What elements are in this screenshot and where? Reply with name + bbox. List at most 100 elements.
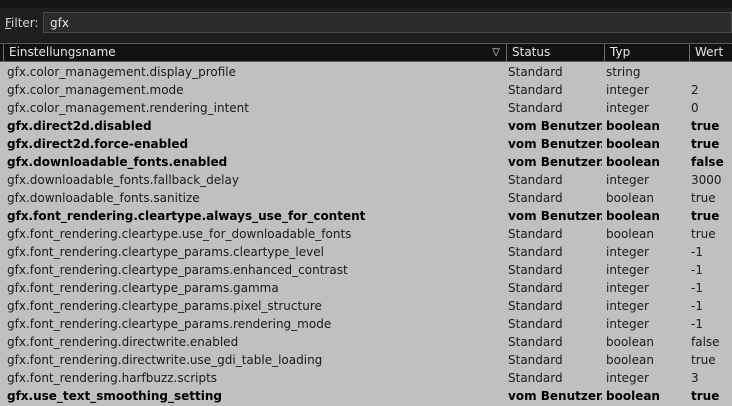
pref-value: true	[691, 191, 716, 205]
pref-type: boolean	[606, 209, 660, 223]
pref-name: gfx.font_rendering.cleartype_params.enha…	[7, 263, 348, 277]
pref-name: gfx.direct2d.disabled	[7, 119, 152, 133]
pref-name: gfx.font_rendering.cleartype_params.clea…	[7, 245, 324, 259]
column-header-type-label: Typ	[610, 45, 631, 59]
pref-value: false	[691, 155, 724, 169]
pref-name: gfx.use_text_smoothing_setting	[7, 389, 222, 403]
filter-input[interactable]	[43, 12, 732, 33]
pref-type: integer	[606, 245, 649, 259]
pref-name: gfx.color_management.rendering_intent	[7, 101, 249, 115]
column-header-name[interactable]: Einstellungsname ▽	[3, 44, 506, 62]
pref-name: gfx.color_management.mode	[7, 83, 184, 97]
pref-value: true	[691, 227, 716, 241]
column-header-status[interactable]: Status	[506, 44, 604, 62]
table-row[interactable]: gfx.font_rendering.cleartype_params.gamm…	[0, 279, 732, 297]
pref-name: gfx.downloadable_fonts.enabled	[7, 155, 228, 169]
pref-value: true	[691, 389, 720, 403]
pref-status: Standard	[508, 299, 563, 313]
table-row[interactable]: gfx.color_management.display_profile Stan…	[0, 63, 732, 81]
preferences-table: Einstellungsname ▽ Status Typ Wert gfx.c…	[0, 43, 732, 406]
table-row[interactable]: gfx.downloadable_fonts.fallback_delay Sta…	[0, 171, 732, 189]
pref-status: Standard	[508, 317, 563, 331]
column-header-type[interactable]: Typ	[604, 44, 689, 62]
pref-status: Standard	[508, 101, 563, 115]
pref-type: boolean	[606, 227, 654, 241]
column-header-value-label: Wert	[695, 45, 724, 59]
table-row[interactable]: gfx.font_rendering.directwrite.enabled St…	[0, 333, 732, 351]
pref-value: false	[691, 335, 720, 349]
pref-value: 0	[691, 101, 699, 115]
table-row[interactable]: gfx.font_rendering.harfbuzz.scripts Stand…	[0, 369, 732, 387]
filter-label-rest: ilter:	[11, 16, 39, 30]
column-header-value[interactable]: Wert	[689, 44, 732, 62]
pref-type: boolean	[606, 191, 654, 205]
pref-value: 3000	[691, 173, 722, 187]
table-row[interactable]: gfx.font_rendering.directwrite.use_gdi_t…	[0, 351, 732, 369]
pref-type: integer	[606, 83, 649, 97]
pref-status: Standard	[508, 281, 563, 295]
pref-type: integer	[606, 263, 649, 277]
pref-name: gfx.font_rendering.cleartype.use_for_dow…	[7, 227, 352, 241]
pref-name: gfx.font_rendering.cleartype_params.rend…	[7, 317, 332, 331]
table-row[interactable]: gfx.font_rendering.cleartype.use_for_dow…	[0, 225, 732, 243]
pref-value: -1	[691, 263, 703, 277]
table-row[interactable]: gfx.font_rendering.cleartype_params.pixe…	[0, 297, 732, 315]
table-row[interactable]: gfx.color_management.rendering_intent Sta…	[0, 99, 732, 117]
pref-name: gfx.font_rendering.cleartype_params.gamm…	[7, 281, 279, 295]
pref-type: boolean	[606, 353, 654, 367]
pref-value: -1	[691, 299, 703, 313]
table-row[interactable]: gfx.downloadable_fonts.sanitize Standard b…	[0, 189, 732, 207]
pref-status: vom Benutzer...	[508, 155, 602, 169]
table-header: Einstellungsname ▽ Status Typ Wert	[0, 43, 732, 62]
pref-type: string	[606, 65, 641, 79]
table-row[interactable]: gfx.direct2d.disabled vom Benutzer... bool…	[0, 117, 732, 135]
pref-type: integer	[606, 281, 649, 295]
table-row[interactable]: gfx.font_rendering.cleartype_params.clea…	[0, 243, 732, 261]
filter-label: Filter:	[5, 16, 39, 30]
pref-name: gfx.downloadable_fonts.fallback_delay	[7, 173, 239, 187]
pref-name: gfx.font_rendering.cleartype.always_use_…	[7, 209, 366, 223]
pref-name: gfx.color_management.display_profile	[7, 65, 237, 79]
pref-type: integer	[606, 299, 649, 313]
pref-value: -1	[691, 317, 703, 331]
pref-status: vom Benutzer...	[508, 119, 602, 133]
pref-value: 2	[691, 83, 699, 97]
pref-value: true	[691, 119, 720, 133]
column-header-name-label: Einstellungsname	[9, 45, 116, 59]
pref-status: Standard	[508, 83, 563, 97]
pref-name: gfx.font_rendering.directwrite.use_gdi_t…	[7, 353, 323, 367]
pref-type: integer	[606, 317, 649, 331]
pref-type: integer	[606, 173, 649, 187]
filter-bar: Filter:	[0, 8, 732, 38]
table-row[interactable]: gfx.color_management.mode Standard integer…	[0, 81, 732, 99]
pref-value: -1	[691, 281, 703, 295]
pref-type: integer	[606, 101, 649, 115]
pref-name: gfx.font_rendering.harfbuzz.scripts	[7, 371, 218, 385]
sort-indicator-icon: ▽	[492, 47, 500, 58]
pref-status: Standard	[508, 263, 563, 277]
pref-status: Standard	[508, 65, 563, 79]
pref-name: gfx.direct2d.force-enabled	[7, 137, 189, 151]
pref-name: gfx.downloadable_fonts.sanitize	[7, 191, 200, 205]
pref-value: 3	[691, 371, 699, 385]
pref-status: Standard	[508, 335, 563, 349]
pref-status: Standard	[508, 245, 563, 259]
pref-value: true	[691, 137, 720, 151]
pref-status: Standard	[508, 353, 563, 367]
table-row[interactable]: gfx.font_rendering.cleartype_params.enha…	[0, 261, 732, 279]
pref-value: -1	[691, 245, 703, 259]
pref-status: Standard	[508, 191, 563, 205]
pref-type: boolean	[606, 389, 660, 403]
table-row[interactable]: gfx.font_rendering.cleartype.always_use_…	[0, 207, 732, 225]
pref-value: true	[691, 353, 716, 367]
pref-status: Standard	[508, 371, 563, 385]
pref-type: boolean	[606, 137, 660, 151]
pref-status: vom Benutzer...	[508, 389, 602, 403]
pref-type: boolean	[606, 335, 654, 349]
table-row[interactable]: gfx.use_text_smoothing_setting vom Benutz…	[0, 387, 732, 405]
table-row[interactable]: gfx.direct2d.force-enabled vom Benutzer..…	[0, 135, 732, 153]
pref-type: boolean	[606, 155, 660, 169]
table-row[interactable]: gfx.downloadable_fonts.enabled vom Benutz…	[0, 153, 732, 171]
pref-status: vom Benutzer...	[508, 209, 602, 223]
table-row[interactable]: gfx.font_rendering.cleartype_params.rend…	[0, 315, 732, 333]
